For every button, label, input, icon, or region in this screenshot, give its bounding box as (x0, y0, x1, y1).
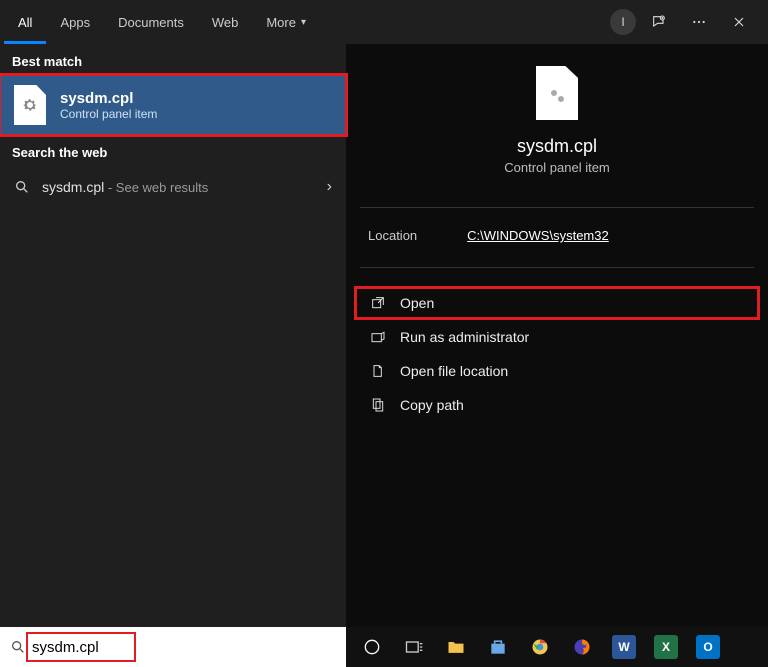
tab-apps[interactable]: Apps (46, 0, 104, 44)
action-copy-path-label: Copy path (400, 397, 464, 413)
file-preview-icon (536, 66, 578, 120)
cpl-file-icon (14, 85, 46, 125)
folder-icon (370, 363, 386, 379)
location-label: Location (368, 228, 417, 243)
action-open-label: Open (400, 295, 434, 311)
close-icon[interactable] (722, 5, 756, 39)
tab-more-label: More (266, 15, 296, 30)
web-result[interactable]: sysdm.cpl - See web results › (0, 166, 346, 208)
best-match-result[interactable]: sysdm.cpl Control panel item (0, 75, 346, 135)
annotation-highlight (0, 73, 348, 137)
cortana-icon[interactable] (352, 627, 392, 667)
location-link[interactable]: C:\WINDOWS\system32 (467, 228, 609, 243)
open-icon (370, 295, 386, 311)
chevron-down-icon: ▾ (301, 17, 306, 28)
action-open-location-label: Open file location (400, 363, 508, 379)
tab-documents[interactable]: Documents (104, 0, 198, 44)
tab-web[interactable]: Web (198, 0, 253, 44)
search-box[interactable] (0, 627, 346, 667)
preview-title: sysdm.cpl (517, 136, 597, 157)
action-open[interactable]: Open (354, 286, 760, 320)
store-icon[interactable] (478, 627, 518, 667)
tab-more[interactable]: More ▾ (252, 0, 320, 44)
search-icon (14, 179, 30, 195)
avatar[interactable]: I (610, 9, 636, 35)
explorer-icon[interactable] (436, 627, 476, 667)
best-match-title: sysdm.cpl (60, 90, 157, 107)
chevron-right-icon: › (327, 178, 332, 196)
excel-icon[interactable]: X (646, 627, 686, 667)
outlook-icon[interactable]: O (688, 627, 728, 667)
feedback-icon[interactable] (642, 5, 676, 39)
more-icon[interactable] (682, 5, 716, 39)
firefox-icon[interactable] (562, 627, 602, 667)
best-match-subtitle: Control panel item (60, 107, 157, 121)
tab-all[interactable]: All (4, 0, 46, 44)
web-result-term: sysdm.cpl (42, 179, 104, 195)
best-match-header: Best match (0, 44, 346, 75)
search-web-header: Search the web (0, 135, 346, 166)
task-view-icon[interactable] (394, 627, 434, 667)
chrome-icon[interactable] (520, 627, 560, 667)
action-run-admin-label: Run as administrator (400, 329, 529, 345)
word-icon[interactable]: W (604, 627, 644, 667)
action-run-admin[interactable]: Run as administrator (354, 320, 760, 354)
action-open-location[interactable]: Open file location (354, 354, 760, 388)
search-icon (10, 639, 26, 655)
shield-icon (370, 329, 386, 345)
taskbar: W X O (346, 627, 768, 667)
action-copy-path[interactable]: Copy path (354, 388, 760, 422)
search-input[interactable] (26, 639, 336, 656)
web-result-suffix: - See web results (104, 180, 208, 195)
search-tabs: All Apps Documents Web More ▾ I (0, 0, 768, 44)
copy-icon (370, 397, 386, 413)
preview-subtitle: Control panel item (504, 160, 610, 175)
